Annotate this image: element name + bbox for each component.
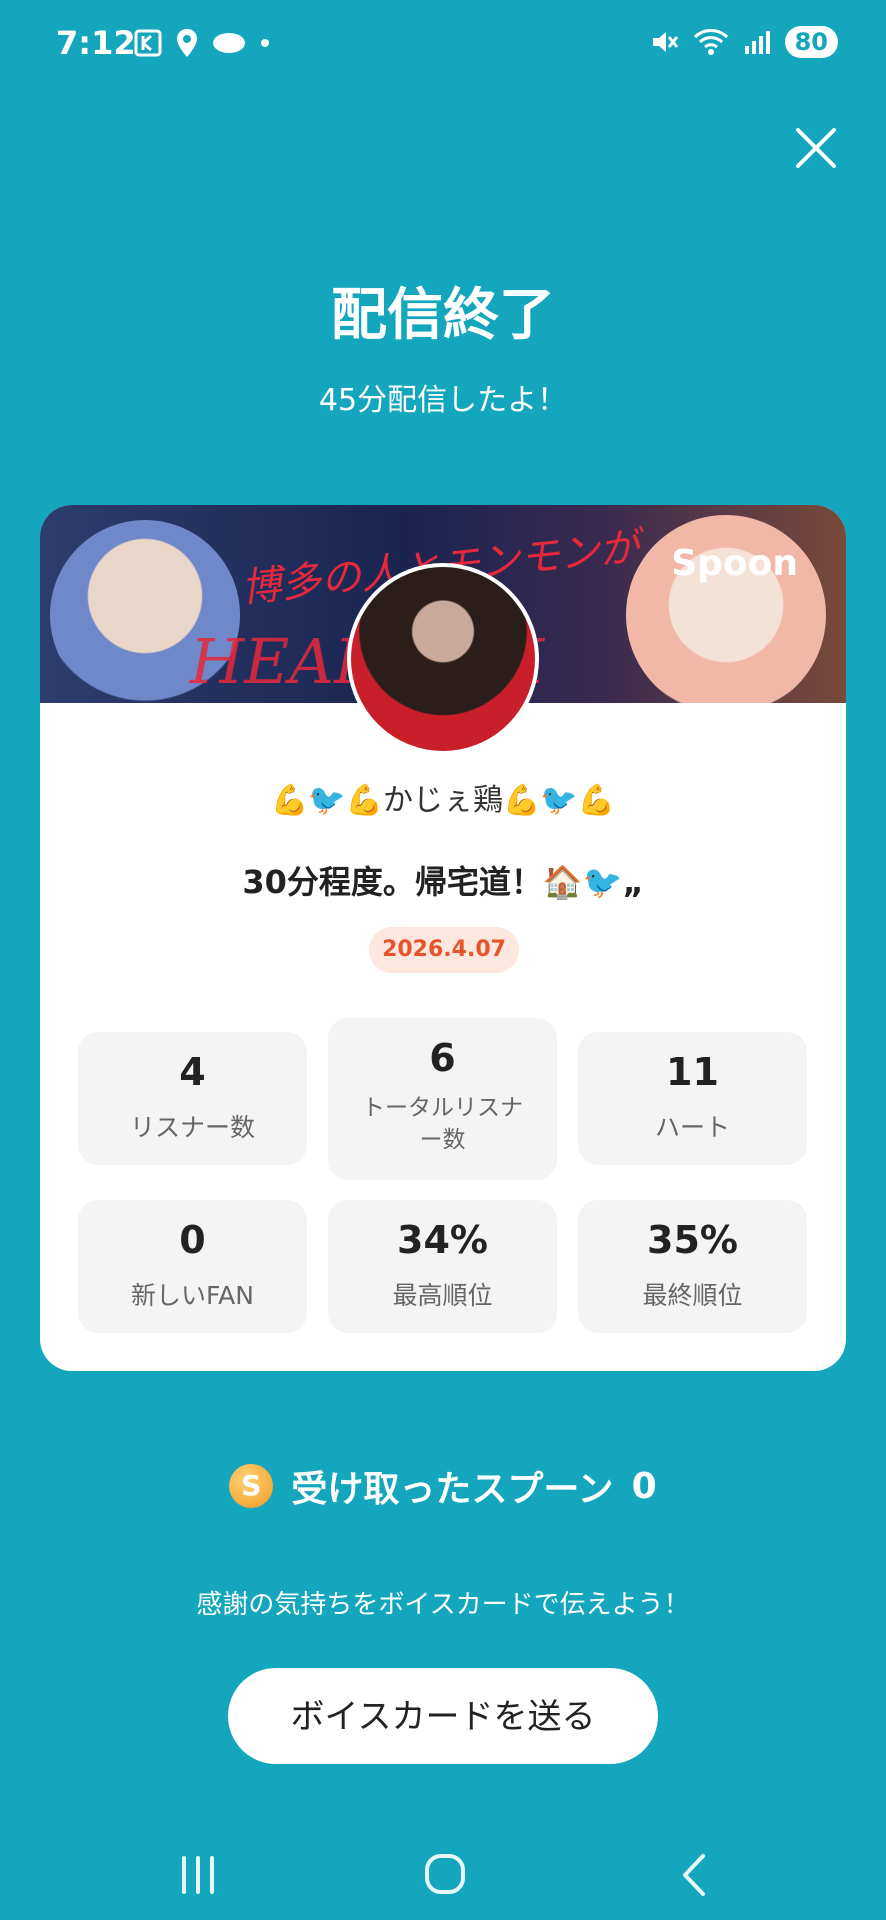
stat-label: 最終順位 — [642, 1281, 743, 1310]
stat-value: 6 — [429, 1036, 456, 1080]
spoon-coin-icon: S — [229, 1464, 274, 1508]
thanks-message: 感謝の気持ちをボイスカードで伝えよう！ — [196, 1590, 690, 1620]
dot-icon — [261, 39, 269, 47]
stat-highest-rank: 34% 最高順位 — [328, 1200, 557, 1333]
back-icon[interactable] — [665, 1850, 725, 1900]
spoon-logo: Spoon — [671, 543, 798, 584]
app-notification-icon — [134, 29, 162, 57]
spoons-label: 受け取ったスプーン — [291, 1469, 614, 1510]
avatar — [347, 563, 539, 755]
status-time: 7:12 — [56, 24, 136, 62]
stat-new-fans: 0 新しいFAN — [78, 1200, 307, 1333]
stat-total-listeners: 6 トータルリスナー数 — [328, 1018, 557, 1180]
stat-value: 34% — [397, 1218, 488, 1262]
stat-final-rank: 35% 最終順位 — [578, 1200, 807, 1333]
system-nav-bar — [0, 1820, 886, 1920]
stat-label: 最高順位 — [392, 1281, 493, 1310]
stat-value: 35% — [647, 1218, 738, 1262]
stat-listeners: 4 リスナー数 — [78, 1032, 307, 1165]
mute-icon — [652, 32, 678, 52]
send-voice-card-button[interactable]: ボイスカードを送る — [228, 1668, 658, 1764]
wifi-icon — [693, 29, 728, 55]
stat-value: 0 — [179, 1218, 206, 1262]
home-icon[interactable] — [415, 1850, 475, 1900]
stat-value: 4 — [179, 1050, 206, 1094]
stat-label: 新しいFAN — [131, 1281, 254, 1310]
summary-card: 博多の人とモンモンが HEAD ACK Spoon 💪🐦💪かじぇ鶏💪🐦💪 30分… — [40, 505, 846, 1371]
date-badge: 2026.4.07 — [369, 927, 519, 973]
streamer-name: 💪🐦💪かじぇ鶏💪🐦💪 — [270, 783, 616, 818]
stat-hearts: 11 ハート — [578, 1032, 807, 1165]
battery-indicator: 80 — [784, 26, 838, 58]
location-icon — [177, 29, 197, 57]
spoon-app-icon — [213, 33, 245, 53]
stat-value: 11 — [666, 1050, 719, 1094]
close-icon[interactable] — [786, 118, 846, 178]
status-left-icons — [134, 28, 270, 58]
live-title: 30分程度。帰宅道！🏠🐦„ — [242, 863, 644, 901]
spoons-count: 0 — [631, 1465, 657, 1507]
stat-label: リスナー数 — [129, 1113, 255, 1142]
status-bar: 7:12 80 — [0, 0, 886, 90]
spoons-received: S 受け取ったスプーン 0 — [0, 1460, 886, 1512]
signal-icon — [744, 31, 770, 54]
status-right-icons: 80 — [649, 26, 838, 58]
stat-label: ハート — [654, 1113, 730, 1142]
page-title: 配信終了 — [331, 283, 555, 348]
stat-label: トータルリスナー数 — [362, 1095, 523, 1153]
recent-apps-icon[interactable] — [168, 1850, 228, 1900]
stream-duration: 45分配信したよ！ — [318, 383, 568, 418]
